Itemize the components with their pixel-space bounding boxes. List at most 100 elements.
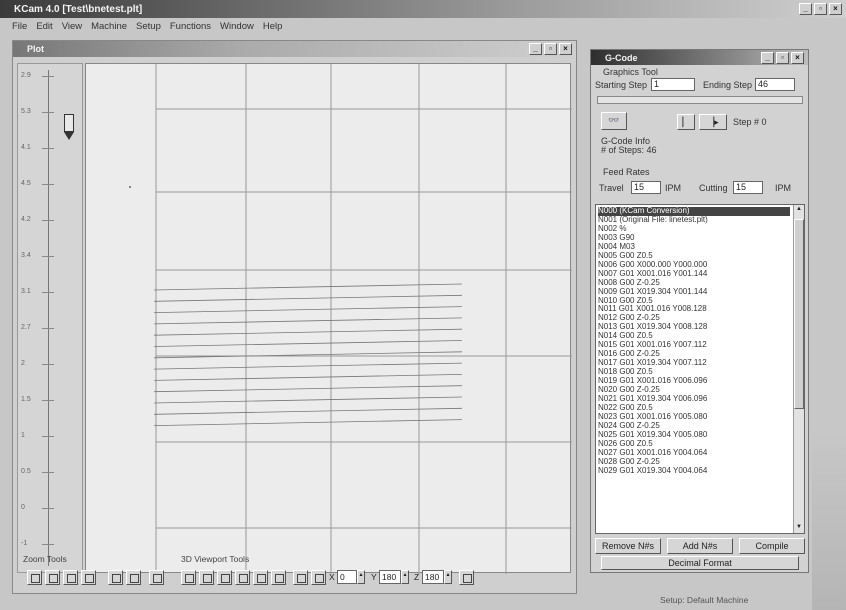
zoom-tick	[42, 112, 54, 113]
num-steps-text: # of Steps: 46	[601, 145, 657, 155]
view-back-icon[interactable]	[235, 570, 250, 585]
menu-functions[interactable]: Functions	[170, 21, 211, 32]
gcode-window-controls: _ ▫ ×	[761, 52, 804, 64]
maximize-button[interactable]: ▫	[814, 3, 827, 15]
zoom-tick	[42, 292, 54, 293]
plot-maximize-button[interactable]: ▫	[544, 43, 557, 55]
spin-x-label: X	[329, 572, 335, 582]
plot-toolbar: X 0 ▴ Y 180 ▴ Z 180 ▴	[13, 565, 576, 591]
toolpath-line	[153, 362, 463, 370]
travel-label: Travel	[599, 183, 624, 193]
menu-machine[interactable]: Machine	[91, 21, 127, 32]
spin-z-label: Z	[414, 572, 420, 582]
gcode-close-button[interactable]: ×	[791, 52, 804, 64]
zoom-tick-label: -1	[21, 540, 28, 547]
toolpath-line	[153, 385, 463, 393]
toolpath-line	[153, 374, 463, 381]
zoom-tick-label: 0	[21, 504, 25, 511]
toolpath-line	[153, 317, 463, 325]
menu-window[interactable]: Window	[220, 21, 254, 32]
plot-grid	[155, 64, 572, 574]
apply-rotation-icon[interactable]	[459, 570, 474, 585]
close-button[interactable]: ×	[829, 3, 842, 15]
view-bottom-icon[interactable]	[253, 570, 268, 585]
view-front-icon[interactable]	[199, 570, 214, 585]
zoom-ruler[interactable]: 2.9 5.3 4.1 4.5 4.2 3.4 3.1 2.7 2 1.5 1 0.5 0 -1	[17, 63, 83, 573]
app-title: KCam 4.0 [Test\bnetest.plt]	[14, 3, 143, 15]
toolpath-line	[153, 419, 463, 426]
zoom-fit-icon[interactable]	[108, 570, 123, 585]
plot-drawing	[129, 64, 572, 574]
step-counter: Step # 0	[733, 117, 767, 127]
plot-minimize-button[interactable]: _	[529, 43, 542, 55]
view-side-icon[interactable]	[217, 570, 232, 585]
menu-file[interactable]: File	[12, 21, 27, 32]
desktop-background	[812, 430, 846, 610]
gcode-window: G-Code _ ▫ × Graphics Tool Starting Step…	[590, 49, 809, 573]
scroll-up-icon[interactable]: ▲	[795, 206, 803, 214]
menu-view[interactable]: View	[62, 21, 82, 32]
app-title-bar: KCam 4.0 [Test\bnetest.plt] _ ▫ ×	[0, 0, 846, 18]
add-nos-button[interactable]: Add N#s	[667, 538, 733, 554]
zoom-tick	[42, 508, 54, 509]
view-iso-icon[interactable]	[271, 570, 286, 585]
spin-x-arrows-icon[interactable]: ▴	[357, 570, 365, 584]
decimal-format-button[interactable]: Decimal Format	[601, 556, 799, 570]
orbit-view-icon[interactable]	[311, 570, 326, 585]
gcode-maximize-button[interactable]: ▫	[776, 52, 789, 64]
travel-rate-input[interactable]: 15	[631, 181, 661, 194]
minimize-button[interactable]: _	[799, 3, 812, 15]
scroll-down-icon[interactable]: ▼	[795, 524, 803, 532]
spin-x-input[interactable]: 0	[337, 570, 357, 584]
step-back-icon[interactable]: ▏	[677, 114, 695, 130]
gcode-lines: N000 (KCam Conversion) N001 (Original Fil…	[598, 206, 790, 476]
app-window-controls: _ ▫ ×	[799, 3, 842, 15]
zoom-tick-label: 2.9	[21, 72, 31, 79]
zoom-reset-icon[interactable]	[149, 570, 164, 585]
cutting-unit: IPM	[775, 183, 792, 193]
plot-canvas[interactable]	[85, 63, 572, 574]
spin-z-arrows-icon[interactable]: ▴	[444, 570, 452, 584]
zoom-in-icon[interactable]	[27, 570, 42, 585]
zoom-previous-icon[interactable]	[126, 570, 141, 585]
gcode-minimize-button[interactable]: _	[761, 52, 774, 64]
plot-close-button[interactable]: ×	[559, 43, 572, 55]
remove-nos-button[interactable]: Remove N#s	[595, 538, 661, 554]
zoom-tick	[42, 364, 54, 365]
plot-title: Plot	[27, 44, 44, 54]
spin-z-input[interactable]: 180	[422, 570, 444, 584]
step-forward-icon[interactable]: ▕▸	[699, 114, 727, 130]
cutting-rate-input[interactable]: 15	[733, 181, 763, 194]
rotate-view-icon[interactable]	[293, 570, 308, 585]
zoom-tick	[42, 328, 54, 329]
view-top-icon[interactable]	[181, 570, 196, 585]
toolpath-lines	[153, 283, 463, 426]
gcode-listing[interactable]: N000 (KCam Conversion) N001 (Original Fil…	[595, 204, 805, 534]
starting-step-input[interactable]: 1	[651, 78, 695, 91]
zoom-tick	[42, 400, 54, 401]
menu-bar: File Edit View Machine Setup Functions W…	[0, 18, 846, 34]
toolpath-line	[153, 407, 463, 415]
compile-button[interactable]: Compile	[739, 538, 805, 554]
menu-setup[interactable]: Setup	[136, 21, 161, 32]
ending-step-input[interactable]: 46	[755, 78, 795, 91]
zoom-slider-thumb[interactable]	[64, 114, 74, 132]
zoom-pan-icon[interactable]	[81, 570, 96, 585]
menu-help[interactable]: Help	[263, 21, 283, 32]
gcode-line[interactable]: N029 G01 X019.304 Y004.064	[598, 466, 790, 476]
toolpath-line	[153, 306, 463, 313]
cutting-label: Cutting	[699, 183, 728, 193]
gcode-scrollbar[interactable]: ▲ ▼	[793, 205, 804, 533]
gcode-scroll-thumb[interactable]	[794, 219, 804, 409]
menu-edit[interactable]: Edit	[36, 21, 52, 32]
zoom-tick	[42, 220, 54, 221]
binoculars-icon[interactable]: 👓	[601, 112, 627, 130]
ending-step-label: Ending Step	[703, 80, 753, 90]
gcode-line[interactable]: N001 (Original File: linetest.plt)	[598, 215, 790, 225]
zoom-tick-label: 4.5	[21, 180, 31, 187]
graphics-tool-label: Graphics Tool	[603, 67, 658, 77]
zoom-out-icon[interactable]	[45, 570, 60, 585]
spin-y-arrows-icon[interactable]: ▴	[401, 570, 409, 584]
zoom-window-icon[interactable]	[63, 570, 78, 585]
spin-y-input[interactable]: 180	[379, 570, 401, 584]
